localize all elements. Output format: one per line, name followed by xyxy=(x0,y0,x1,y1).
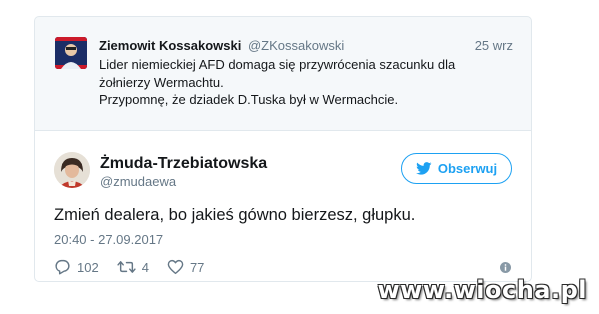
author-name[interactable]: Żmuda-Trzebiatowska xyxy=(100,155,267,173)
avatar-photo-icon xyxy=(55,37,87,69)
retweet-icon xyxy=(117,261,136,273)
follow-button[interactable]: Obserwuj xyxy=(401,153,512,184)
quoted-author-handle[interactable]: @ZKossakowski xyxy=(248,38,344,53)
twitter-bird-icon xyxy=(415,162,432,175)
quoted-author-avatar[interactable] xyxy=(55,37,87,69)
reply-icon xyxy=(55,259,70,275)
quoted-text-line: Przypomnę, że dziadek D.Tuska był w Werm… xyxy=(99,92,399,107)
tweet-actions: 102 4 77 xyxy=(54,258,222,276)
tweet-timestamp[interactable]: 20:40 - 27.09.2017 xyxy=(54,232,163,247)
quoted-text-line: Lider niemieckiej AFD domaga się przywró… xyxy=(99,57,456,72)
retweet-count: 4 xyxy=(141,259,149,275)
tweet-text: Zmień dealera, bo jakieś gówno bierzesz,… xyxy=(54,206,416,224)
main-tweet: Żmuda-Trzebiatowska @zmudaewa Obserwuj Z… xyxy=(34,130,532,282)
quoted-date[interactable]: 25 wrz xyxy=(475,38,513,53)
like-count: 77 xyxy=(189,259,205,275)
quoted-header: Ziemowit Kossakowski @ZKossakowski xyxy=(99,38,344,53)
info-icon[interactable] xyxy=(500,262,511,273)
author-avatar[interactable] xyxy=(54,152,90,188)
watermark: www.wiocha.pl xyxy=(377,276,587,304)
author-handle[interactable]: @zmudaewa xyxy=(100,174,176,189)
reply-button[interactable]: 102 xyxy=(54,259,99,275)
quoted-author-name[interactable]: Ziemowit Kossakowski xyxy=(99,38,241,53)
retweet-button[interactable]: 4 xyxy=(117,259,149,275)
avatar-photo-icon xyxy=(54,152,90,188)
quoted-text-line: żołnierzy Wermachtu. xyxy=(99,74,224,90)
follow-button-label: Obserwuj xyxy=(437,161,498,176)
heart-icon xyxy=(167,259,184,275)
like-button[interactable]: 77 xyxy=(167,259,204,275)
reply-count: 102 xyxy=(77,259,99,275)
quoted-tweet[interactable]: Ziemowit Kossakowski @ZKossakowski 25 wr… xyxy=(34,16,532,130)
quoted-text: Lider niemieckiej AFD domaga się przywró… xyxy=(99,56,519,109)
